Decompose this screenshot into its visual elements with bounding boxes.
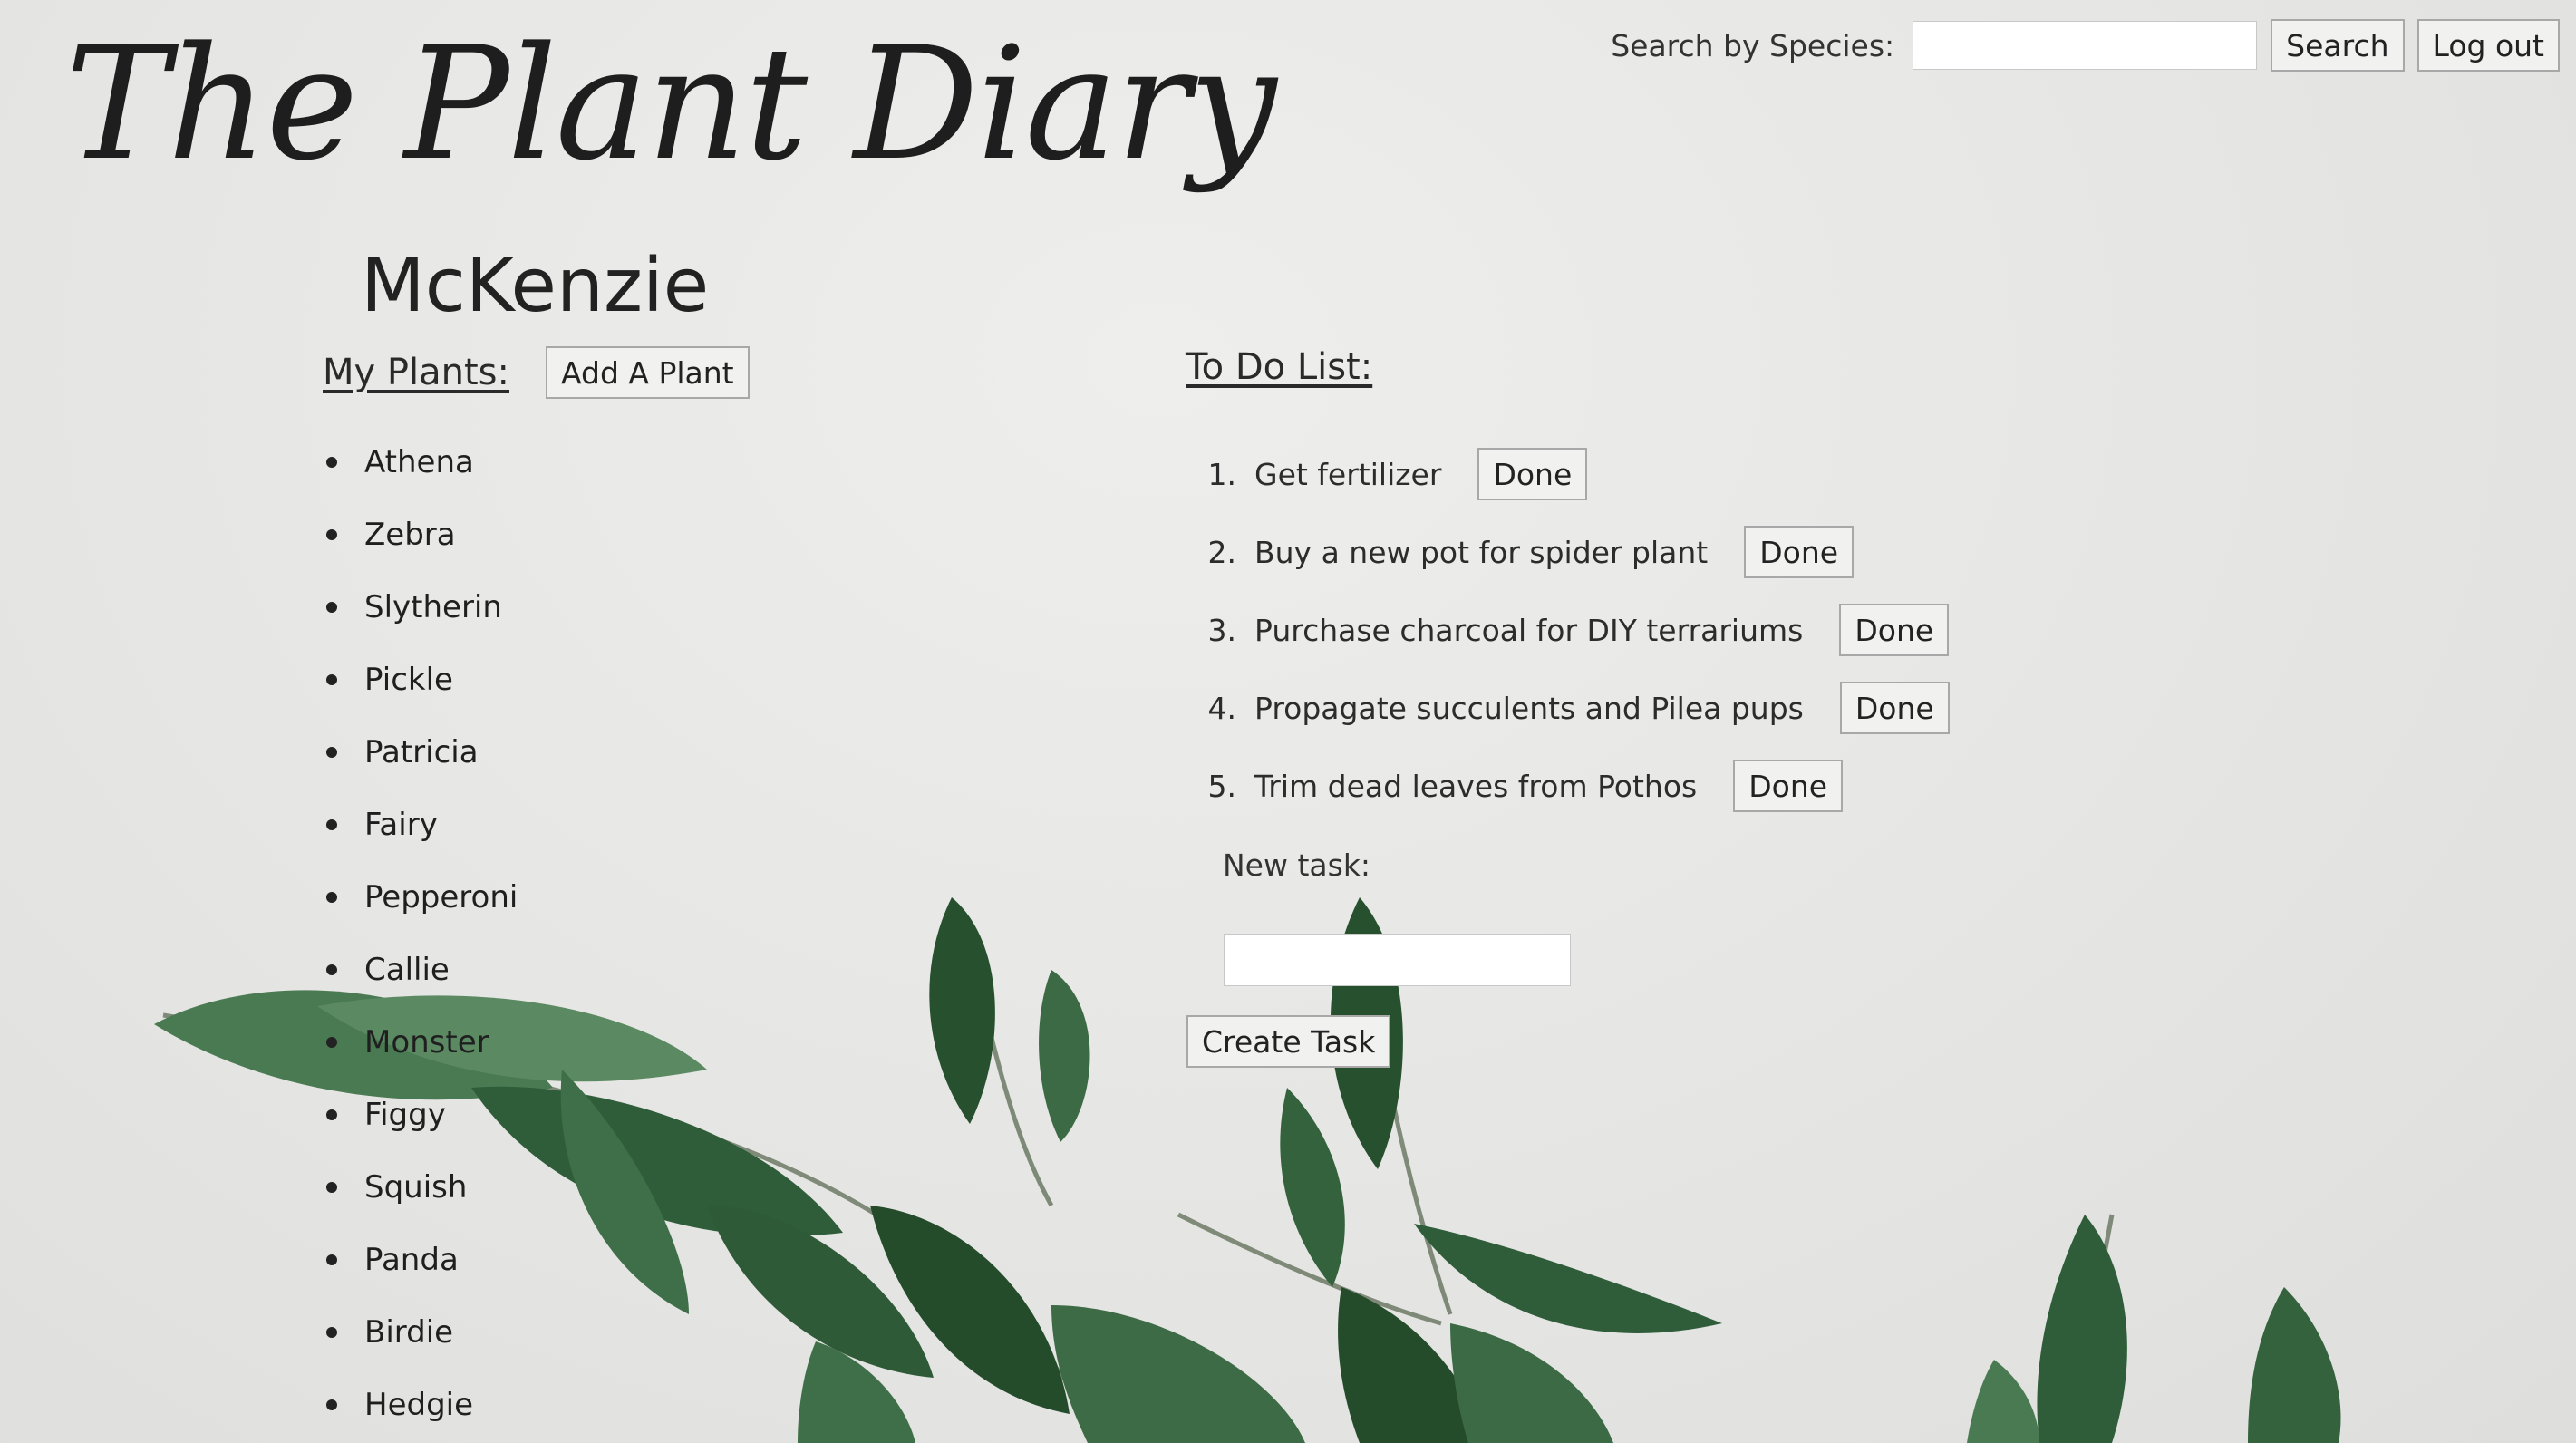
todo-item: 4. Propagate succulents and Pilea pups D… — [1184, 669, 1950, 747]
done-button[interactable]: Done — [1477, 448, 1588, 500]
plant-item[interactable]: Athena — [326, 426, 518, 499]
todo-item: 2. Buy a new pot for spider plant Done — [1184, 513, 1950, 591]
todo-list: 1. Get fertilizer Done 2. Buy a new pot … — [1184, 435, 1950, 825]
bullet-icon — [326, 602, 337, 613]
add-plant-button[interactable]: Add A Plant — [546, 346, 750, 399]
plant-name[interactable]: Birdie — [364, 1314, 453, 1351]
plant-item[interactable]: Squish — [326, 1151, 518, 1224]
todo-number: 1. — [1207, 456, 1237, 492]
create-task-button[interactable]: Create Task — [1186, 1015, 1391, 1068]
plant-item[interactable]: Panda — [326, 1224, 518, 1296]
todo-number: 5. — [1207, 768, 1237, 804]
plant-item[interactable]: Zebra — [326, 499, 518, 571]
plants-list: Athena Zebra Slytherin Pickle Patricia F… — [326, 426, 518, 1441]
plants-header: My Plants: Add A Plant — [323, 346, 750, 399]
bullet-icon — [326, 1399, 337, 1410]
bullet-icon — [326, 457, 337, 468]
plant-item[interactable]: Pepperoni — [326, 861, 518, 934]
plant-name[interactable]: Slytherin — [364, 589, 502, 625]
bullet-icon — [326, 1327, 337, 1338]
todo-text: Propagate succulents and Pilea pups — [1254, 690, 1804, 726]
plant-item[interactable]: Birdie — [326, 1296, 518, 1369]
search-button[interactable]: Search — [2271, 19, 2405, 72]
todo-item: 3. Purchase charcoal for DIY terrariums … — [1184, 591, 1950, 669]
todo-item: 1. Get fertilizer Done — [1184, 435, 1950, 513]
todo-text: Trim dead leaves from Pothos — [1254, 768, 1698, 804]
logout-button[interactable]: Log out — [2416, 19, 2560, 72]
plant-name[interactable]: Patricia — [364, 734, 479, 770]
plant-item[interactable]: Pickle — [326, 644, 518, 716]
todo-number: 4. — [1207, 690, 1237, 726]
app-logo-title: The Plant Diary — [65, 13, 1277, 195]
bullet-icon — [326, 819, 337, 830]
species-search-input[interactable] — [1913, 21, 2258, 70]
todo-item: 5. Trim dead leaves from Pothos Done — [1184, 747, 1950, 825]
plant-item[interactable]: Monster — [326, 1006, 518, 1079]
todo-text: Purchase charcoal for DIY terrariums — [1254, 612, 1804, 648]
bullet-icon — [326, 1037, 337, 1048]
plant-name[interactable]: Panda — [364, 1242, 459, 1278]
done-button[interactable]: Done — [1839, 604, 1950, 656]
todo-text: Buy a new pot for spider plant — [1254, 534, 1709, 570]
top-bar: Search by Species: Search Log out — [1611, 19, 2560, 72]
plant-item[interactable]: Hedgie — [326, 1369, 518, 1441]
todo-list-title: To Do List: — [1186, 346, 1373, 388]
todo-text: Get fertilizer — [1254, 456, 1442, 492]
plant-name[interactable]: Fairy — [364, 807, 438, 843]
bullet-icon — [326, 747, 337, 758]
plant-name[interactable]: Squish — [364, 1169, 467, 1206]
plant-name[interactable]: Monster — [364, 1024, 489, 1060]
todo-number: 2. — [1207, 534, 1237, 570]
plant-item[interactable]: Fairy — [326, 789, 518, 861]
done-button[interactable]: Done — [1733, 760, 1844, 812]
plant-item[interactable]: Callie — [326, 934, 518, 1006]
new-task-label: New task: — [1223, 847, 1371, 883]
bullet-icon — [326, 1182, 337, 1193]
search-label: Search by Species: — [1611, 27, 1895, 63]
plant-name[interactable]: Figgy — [364, 1097, 446, 1133]
plant-item[interactable]: Slytherin — [326, 571, 518, 644]
plant-item[interactable]: Patricia — [326, 716, 518, 789]
user-name-heading: McKenzie — [361, 243, 710, 329]
plant-name[interactable]: Hedgie — [364, 1387, 473, 1423]
bullet-icon — [326, 674, 337, 685]
bullet-icon — [326, 529, 337, 540]
plant-name[interactable]: Zebra — [364, 517, 456, 553]
done-button[interactable]: Done — [1744, 526, 1855, 578]
plant-item[interactable]: Figgy — [326, 1079, 518, 1151]
plant-name[interactable]: Pickle — [364, 662, 453, 698]
plant-name[interactable]: Pepperoni — [364, 879, 518, 915]
new-task-input[interactable] — [1224, 934, 1571, 986]
bullet-icon — [326, 892, 337, 903]
bullet-icon — [326, 1254, 337, 1265]
todo-number: 3. — [1207, 612, 1237, 648]
my-plants-title: My Plants: — [323, 352, 509, 393]
bullet-icon — [326, 1109, 337, 1120]
plant-name[interactable]: Callie — [364, 952, 450, 988]
bullet-icon — [326, 964, 337, 975]
plant-name[interactable]: Athena — [364, 444, 474, 480]
done-button[interactable]: Done — [1839, 682, 1950, 734]
